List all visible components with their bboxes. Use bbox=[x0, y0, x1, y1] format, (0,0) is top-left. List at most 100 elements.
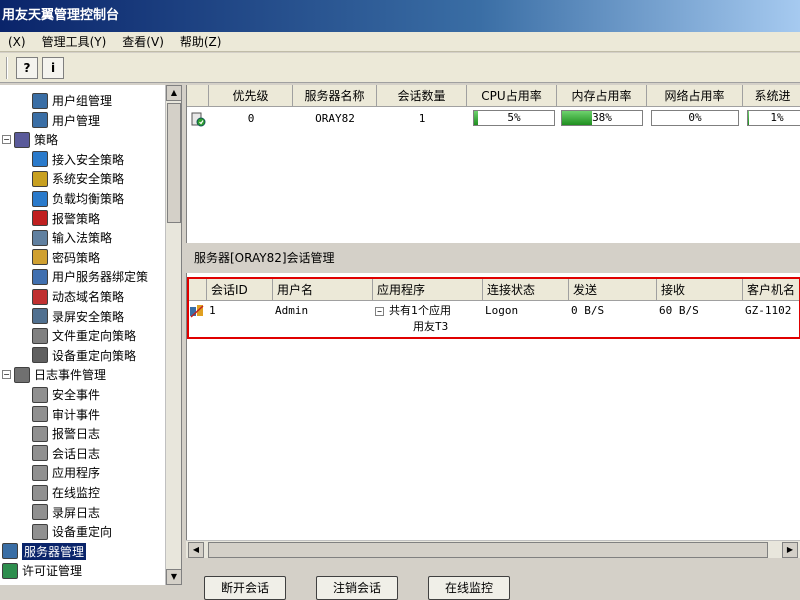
scroll-right-arrow[interactable]: ▶ bbox=[782, 542, 798, 558]
column-header-client-name[interactable]: 客户机名 bbox=[743, 279, 800, 301]
tree-item[interactable]: 报警策略 bbox=[32, 209, 100, 228]
menu-item-window[interactable]: (X) bbox=[0, 35, 34, 49]
memory-usage-bar: 38% bbox=[561, 110, 643, 126]
dns-icon bbox=[32, 288, 48, 305]
tree-item[interactable]: 输入法策略 bbox=[32, 228, 112, 247]
column-header-username[interactable]: 用户名 bbox=[273, 279, 373, 301]
column-header-server-name[interactable]: 服务器名称 bbox=[293, 85, 377, 107]
tree-item-label: 设备重定向策略 bbox=[52, 348, 137, 363]
tree-item-label: 许可证管理 bbox=[22, 564, 83, 579]
column-header-sessions[interactable]: 会话数量 bbox=[377, 85, 467, 107]
tree-item[interactable]: 审计事件 bbox=[32, 405, 100, 424]
tree-item[interactable]: 服务器管理 bbox=[2, 542, 87, 561]
tree-item-label: 策略 bbox=[34, 133, 59, 148]
tree-item[interactable]: 许可证管理 bbox=[2, 561, 82, 580]
column-header-icon bbox=[187, 85, 209, 107]
tree-item[interactable]: 用户服务器绑定策 bbox=[32, 267, 148, 286]
session-username: Admin bbox=[275, 304, 309, 317]
menu-item-view[interactable]: 查看(V) bbox=[114, 33, 172, 50]
scroll-thumb[interactable] bbox=[208, 542, 768, 558]
tree-item[interactable]: 接入安全策略 bbox=[32, 150, 124, 169]
session-app-toggle[interactable]: − 共有1个应用 bbox=[375, 303, 451, 319]
user-group-icon bbox=[32, 92, 48, 109]
tree-item-label: 文件重定向策略 bbox=[52, 329, 137, 344]
menu-item-tools[interactable]: 管理工具(Y) bbox=[34, 33, 115, 50]
column-header-connection-state[interactable]: 连接状态 bbox=[483, 279, 569, 301]
tree-item[interactable]: 设备重定向 bbox=[32, 522, 112, 541]
tree-item-label: 录屏安全策略 bbox=[52, 309, 125, 324]
tree-item-label: 日志事件管理 bbox=[34, 368, 107, 383]
online-monitor-button[interactable]: 在线监控 bbox=[428, 576, 510, 600]
tree-scrollbar[interactable]: ▲ ▼ bbox=[165, 85, 181, 585]
tree-item[interactable]: − 策略 bbox=[2, 130, 58, 149]
tree-item-label: 服务器管理 bbox=[22, 542, 87, 560]
tree-item[interactable]: 用户管理 bbox=[32, 111, 100, 130]
tree-item[interactable]: 用户组管理 bbox=[32, 91, 112, 110]
log-doc-icon bbox=[32, 406, 48, 423]
tree-item[interactable]: 录屏安全策略 bbox=[32, 307, 124, 326]
scroll-down-arrow[interactable]: ▼ bbox=[166, 569, 181, 585]
tree-item-label: 会话日志 bbox=[52, 446, 101, 461]
help-button[interactable]: ? bbox=[16, 56, 38, 79]
tree-item-label: 系统安全策略 bbox=[52, 172, 125, 187]
tree-item-label: 用户管理 bbox=[52, 113, 101, 128]
tree-item[interactable]: 报警日志 bbox=[32, 424, 100, 443]
log-doc-icon bbox=[32, 523, 48, 540]
column-header-cpu[interactable]: CPU占用率 bbox=[467, 85, 557, 107]
session-icon bbox=[189, 303, 205, 324]
tree-item[interactable]: 录屏日志 bbox=[32, 503, 100, 522]
session-client-name: GZ-1102 bbox=[745, 304, 792, 317]
alarm-icon bbox=[32, 210, 48, 227]
session-sent: 0 B/S bbox=[571, 304, 605, 317]
title-bar: 用友天翼管理控制台 bbox=[0, 0, 800, 32]
column-header-network[interactable]: 网络占用率 bbox=[647, 85, 743, 107]
tree-item[interactable]: 安全事件 bbox=[32, 385, 100, 404]
column-header-memory[interactable]: 内存占用率 bbox=[557, 85, 647, 107]
session-app-summary: 共有1个应用 bbox=[389, 304, 451, 317]
tree-item[interactable]: 密码策略 bbox=[32, 248, 100, 267]
tree-item[interactable]: 应用程序 bbox=[32, 463, 100, 482]
scroll-up-arrow[interactable]: ▲ bbox=[166, 85, 181, 101]
tree-item-label: 用户服务器绑定策 bbox=[52, 270, 149, 285]
session-panel-title: 服务器[ORAY82]会话管理 bbox=[186, 243, 800, 273]
column-header-application[interactable]: 应用程序 bbox=[373, 279, 483, 301]
tree-item[interactable]: 文件重定向策略 bbox=[32, 326, 136, 345]
tree-item[interactable]: 会话日志 bbox=[32, 444, 100, 463]
logoff-session-button[interactable]: 注销会话 bbox=[316, 576, 398, 600]
tree-item-label: 负载均衡策略 bbox=[52, 192, 125, 206]
column-header-priority[interactable]: 优先级 bbox=[209, 85, 293, 107]
policy-icon bbox=[14, 131, 30, 148]
scroll-thumb[interactable] bbox=[167, 103, 181, 223]
column-header-received[interactable]: 接收 bbox=[657, 279, 743, 301]
window-title: 用友天翼管理控制台 bbox=[2, 8, 120, 23]
tree-item[interactable]: − 日志事件管理 bbox=[2, 365, 106, 384]
scroll-left-arrow[interactable]: ◀ bbox=[188, 542, 204, 558]
shield-icon bbox=[32, 170, 48, 187]
system-usage-bar: 1% bbox=[747, 110, 800, 126]
memory-usage-text: 38% bbox=[592, 111, 612, 124]
tree-collapse-toggle[interactable]: − bbox=[2, 370, 11, 380]
navigation-tree: 许可证管理 服务器管理 设备重定向 录屏日志 在线监控 应用程序 会话日志 报警日志 审计事件 安… bbox=[0, 85, 182, 585]
log-doc-icon bbox=[32, 425, 48, 442]
tree-item[interactable]: 在线监控 bbox=[32, 483, 100, 502]
tree-item[interactable]: 负载均衡策略 bbox=[32, 189, 124, 208]
tree-item[interactable]: 动态域名策略 bbox=[32, 287, 124, 306]
server-name: ORAY82 bbox=[315, 112, 355, 125]
log-doc-icon bbox=[32, 386, 48, 403]
keyboard-icon bbox=[32, 229, 48, 246]
user-icon bbox=[32, 112, 48, 129]
tree-item-label: 录屏日志 bbox=[52, 505, 101, 520]
menu-item-help[interactable]: 帮助(Z) bbox=[172, 33, 230, 50]
session-hscrollbar[interactable]: ◀ ▶ bbox=[186, 540, 800, 558]
tree-item-label: 报警策略 bbox=[52, 211, 101, 226]
disconnect-session-button[interactable]: 断开会话 bbox=[204, 576, 286, 600]
column-header-sent[interactable]: 发送 bbox=[569, 279, 657, 301]
info-button[interactable]: i bbox=[42, 56, 64, 79]
network-usage-text: 0% bbox=[688, 111, 702, 124]
tree-item[interactable]: 系统安全策略 bbox=[32, 169, 124, 188]
column-header-session-id[interactable]: 会话ID bbox=[207, 279, 273, 301]
tree-item-label: 审计事件 bbox=[52, 407, 101, 422]
tree-collapse-toggle[interactable]: − bbox=[2, 135, 11, 145]
tree-item[interactable]: 设备重定向策略 bbox=[32, 346, 136, 365]
column-header-system[interactable]: 系统进 bbox=[743, 85, 800, 107]
